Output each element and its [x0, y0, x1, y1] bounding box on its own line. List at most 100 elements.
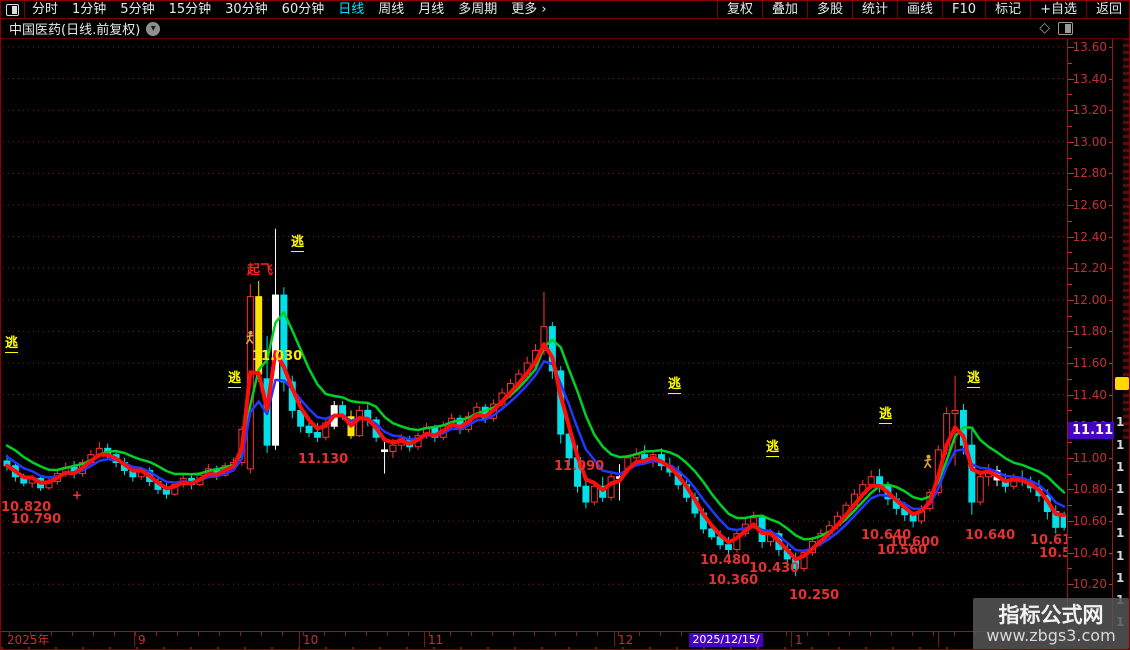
date-tick [261, 632, 262, 636]
price-minor-tick [1068, 473, 1072, 475]
price-minor-tick [1068, 126, 1072, 127]
price-major-tick [1068, 47, 1074, 48]
month-separator [424, 632, 425, 648]
app-window: 10.820 10.790 11.030 11.130 11.090 10.480 10.3… [0, 0, 1130, 650]
candle-body [389, 444, 397, 452]
date-axis: 2025年 9 10 11 12 1 2025/12/15/一 [1, 631, 1113, 649]
price-minor-tick [1068, 189, 1072, 191]
candle-body [355, 409, 363, 437]
price-right-tick [1109, 173, 1112, 175]
price-right-tick [1109, 331, 1112, 333]
period-tab-多周期[interactable]: 多周期 [451, 1, 504, 19]
period-tab-1分钟[interactable]: 1分钟 [65, 1, 113, 19]
price-major-tick [1068, 331, 1074, 333]
tool-返回[interactable]: 返回 [1085, 1, 1129, 19]
date-tick [618, 632, 619, 636]
tool-复权[interactable]: 复权 [716, 1, 762, 19]
tool-标记[interactable]: 标记 [985, 1, 1030, 19]
price-axis-label: 12.80 [1072, 166, 1107, 181]
clipped-digit: 1 [1116, 482, 1125, 496]
period-tab-更多 ›[interactable]: 更多 › [504, 1, 553, 19]
date-tick [576, 632, 577, 636]
date-tick [513, 632, 514, 636]
month-label-11: 11 [428, 633, 444, 647]
date-tick [681, 632, 682, 636]
date-tick [786, 632, 787, 636]
date-tick [72, 632, 73, 636]
date-tick [471, 632, 472, 636]
date-tick [891, 632, 892, 636]
date-tick [9, 632, 10, 636]
price-minor-tick [1068, 568, 1072, 570]
panel-split-icon[interactable] [1058, 22, 1073, 35]
price-minor-tick [1068, 442, 1072, 443]
price-minor-tick [1068, 157, 1072, 159]
candlestick-chart[interactable] [1, 1, 1130, 650]
period-tab-30分钟[interactable]: 30分钟 [218, 1, 275, 19]
titlebar: 中国医药(日线.前复权) ▾ ◇ [1, 19, 1129, 39]
price-minor-tick [1068, 315, 1072, 317]
price-axis-label: 12.60 [1072, 198, 1107, 212]
right-edge-strip: 1111111111 [1114, 39, 1129, 631]
tool-F10[interactable]: F10 [942, 1, 985, 19]
date-tick [849, 632, 850, 636]
period-tab-60分钟[interactable]: 60分钟 [275, 1, 332, 19]
date-tick [114, 632, 115, 636]
line-mid-ma [5, 360, 1066, 553]
price-axis-label: 10.60 [1072, 514, 1107, 528]
price-minor-tick [1068, 536, 1072, 538]
candle-body [867, 476, 875, 486]
price-right-tick [1109, 299, 1112, 301]
tool-叠加[interactable]: 叠加 [761, 1, 807, 19]
price-axis-label: 11.60 [1072, 356, 1107, 370]
price-axis-label: 10.20 [1072, 577, 1107, 592]
price-major-tick [1068, 363, 1074, 364]
price-axis-label: 10.40 [1072, 545, 1107, 560]
price-minor-tick [1068, 94, 1072, 96]
price-minor-tick [1068, 378, 1072, 380]
chevron-down-icon[interactable]: ▾ [146, 21, 161, 36]
layout-toggle-button[interactable] [1, 1, 25, 19]
candle-body [582, 485, 590, 503]
date-tick [408, 632, 409, 636]
price-right-tick [1109, 552, 1112, 554]
watermark: 指标公式网 www.zbgs3.com [973, 598, 1129, 649]
tool-多股[interactable]: 多股 [806, 1, 852, 19]
price-axis: 13.60 13.40 13.20 13.00 12.80 12.60 12.40 12.20… [1067, 39, 1124, 631]
price-axis-label: 11.40 [1072, 387, 1107, 402]
price-minor-tick [1068, 284, 1072, 285]
price-axis-label: 11.80 [1072, 324, 1107, 339]
period-tab-月线[interactable]: 月线 [411, 1, 451, 19]
chart-plot [3, 46, 1066, 585]
month-label-10: 10 [303, 633, 319, 647]
price-axis-label: 13.00 [1072, 134, 1107, 149]
period-tab-5分钟[interactable]: 5分钟 [113, 1, 161, 19]
price-minor-tick [1068, 410, 1072, 412]
price-axis-label: 12.20 [1072, 261, 1107, 276]
tool-+自选[interactable]: +自选 [1030, 1, 1086, 19]
period-tab-分时[interactable]: 分时 [25, 1, 65, 19]
price-right-tick [1109, 489, 1112, 491]
tool-统计[interactable]: 统计 [852, 1, 897, 19]
candle-body [305, 425, 313, 434]
year-label: 2025年 [7, 633, 50, 647]
price-major-tick [1068, 141, 1074, 143]
price-right-tick [1109, 47, 1112, 48]
date-tick [828, 632, 829, 636]
watermark-title: 指标公式网 [998, 602, 1104, 627]
price-axis-label: 12.00 [1072, 292, 1107, 307]
date-tick [51, 632, 52, 636]
period-tab-周线[interactable]: 周线 [371, 1, 411, 19]
price-right-tick [1109, 141, 1112, 143]
date-tick [870, 632, 871, 636]
diamond-icon[interactable]: ◇ [1039, 20, 1050, 36]
price-axis-label: 11.00 [1072, 450, 1107, 465]
price-major-tick [1068, 205, 1074, 206]
period-tab-日线[interactable]: 日线 [331, 1, 371, 19]
price-axis-label: 12.40 [1072, 229, 1107, 244]
date-tick [135, 632, 136, 636]
date-tick [807, 632, 808, 636]
month-separator [299, 632, 300, 648]
period-tab-15分钟[interactable]: 15分钟 [162, 1, 219, 19]
tool-画线[interactable]: 画线 [897, 1, 942, 19]
